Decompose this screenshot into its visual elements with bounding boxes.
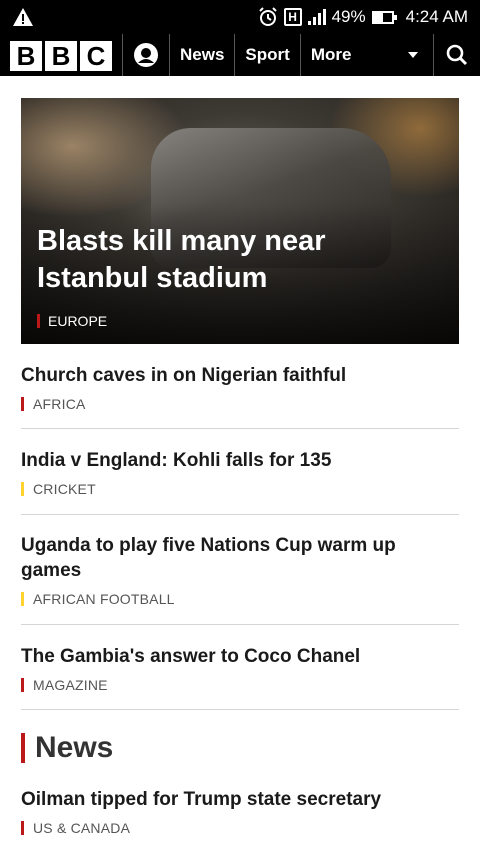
tag-marker — [21, 397, 24, 411]
tag-marker — [21, 482, 24, 496]
tag-marker — [21, 678, 24, 692]
tag-marker — [21, 592, 24, 606]
divider — [21, 428, 459, 429]
divider — [21, 514, 459, 515]
story-tag: US & CANADA — [33, 820, 131, 836]
battery-percent: 49% — [331, 7, 366, 26]
search-button[interactable] — [434, 34, 480, 76]
story-tag: AFRICA — [33, 396, 86, 412]
logo-letter: C — [80, 41, 112, 71]
list-item[interactable]: Uganda to play five Nations Cup warm up … — [21, 533, 459, 607]
story-tag: CRICKET — [33, 481, 96, 497]
top-nav: B B C News Sport More — [0, 34, 480, 76]
hero-story[interactable]: Blasts kill many near Istanbul stadium — [21, 98, 459, 344]
caret-down-icon — [408, 52, 418, 58]
story-tag: AFRICAN FOOTBALL — [33, 591, 175, 607]
hero-headline: Blasts kill many near Istanbul stadium — [37, 225, 326, 294]
section-title: News — [35, 731, 114, 764]
hero-tag: EUROPE — [37, 313, 107, 329]
nav-sport[interactable]: Sport — [235, 34, 299, 76]
divider — [21, 709, 459, 710]
hero-tag-label: EUROPE — [48, 313, 108, 329]
tag-marker — [37, 314, 40, 328]
account-button[interactable] — [123, 34, 169, 76]
list-item[interactable]: Oilman tipped for Trump state secretary … — [21, 787, 459, 836]
status-bar: H 49% 4:24 AM — [0, 0, 480, 34]
story-headline: Uganda to play five Nations Cup warm up … — [21, 535, 396, 581]
bbc-logo[interactable]: B B C — [0, 34, 122, 76]
clock: 4:24 AM — [405, 7, 468, 26]
divider — [21, 624, 459, 625]
warning-icon — [13, 8, 33, 26]
nav-news[interactable]: News — [170, 34, 234, 76]
nav-more[interactable]: More — [301, 34, 362, 76]
story-headline: Oilman tipped for Trump state secretary — [21, 789, 382, 810]
network-type-icon: H — [283, 8, 302, 26]
section-header-news[interactable]: News — [21, 731, 113, 765]
story-headline: Church caves in on Nigerian faithful — [21, 365, 347, 386]
story-headline: India v England: Kohli falls for 135 — [21, 450, 332, 471]
alarm-icon — [258, 7, 277, 26]
logo-letter: B — [10, 41, 42, 71]
battery-icon — [371, 10, 397, 24]
tag-marker — [21, 821, 24, 835]
user-icon — [134, 43, 158, 67]
section-marker — [21, 733, 25, 763]
search-icon — [446, 44, 468, 66]
story-tag: MAGAZINE — [33, 677, 108, 693]
list-item[interactable]: Church caves in on Nigerian faithful AFR… — [21, 363, 459, 412]
list-item[interactable]: The Gambia's answer to Coco Chanel MAGAZ… — [21, 644, 459, 693]
list-item[interactable]: India v England: Kohli falls for 135 CRI… — [21, 448, 459, 497]
story-headline: The Gambia's answer to Coco Chanel — [21, 646, 361, 667]
logo-letter: B — [45, 41, 77, 71]
signal-icon — [307, 9, 326, 25]
more-dropdown-button[interactable] — [393, 34, 433, 76]
